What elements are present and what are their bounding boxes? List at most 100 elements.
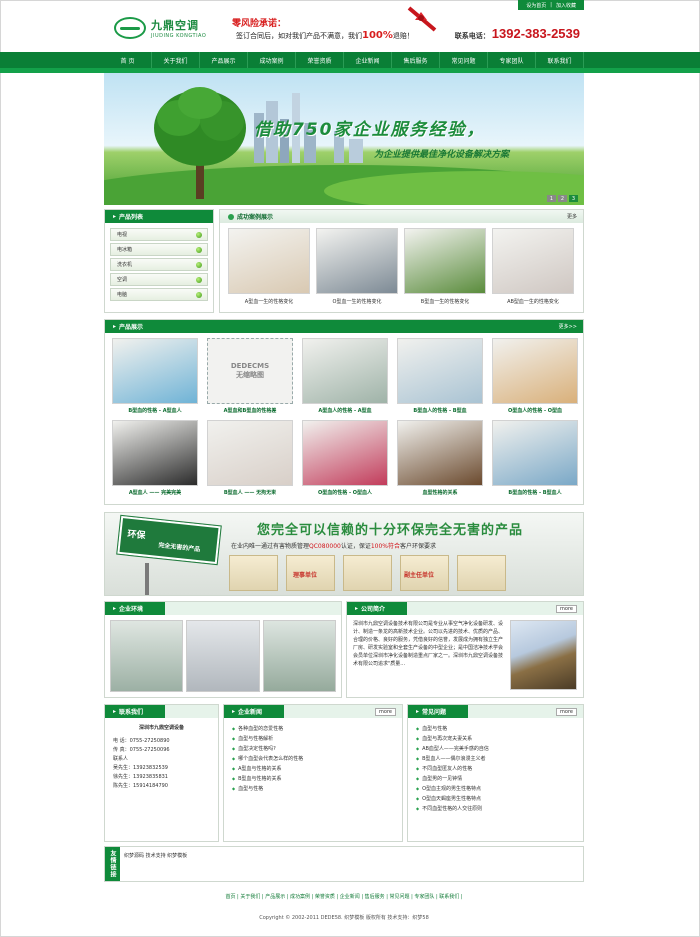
contact-line: 传 真：0755-27250096 xyxy=(113,747,170,753)
factory-photo[interactable] xyxy=(186,620,260,692)
nav-item[interactable]: 产品展示 xyxy=(200,52,248,68)
nav-item[interactable]: 企业新闻 xyxy=(344,52,392,68)
faq-item[interactable]: O型血主观的男生性格特点 xyxy=(416,784,575,794)
faq-list: 血型与性格血型与再次宠夫妻关系AB血型人——完美手感的自信B型血人——偶尔浪漫主… xyxy=(408,718,583,820)
category-item[interactable]: 电脑 xyxy=(110,288,208,301)
main-nav: 首 页关于我们 产品展示 成功案例 荣誉资质 企业新闻 售后服务 常见问题 专家团队 联系我们 xyxy=(104,52,584,68)
add-favorite-link[interactable]: 加入收藏 xyxy=(556,2,576,9)
nav-item[interactable]: 售后服务 xyxy=(392,52,440,68)
category-item[interactable]: 电冰箱 xyxy=(110,243,208,256)
news-item[interactable]: 血型与性格解析 xyxy=(232,734,394,744)
news-more-link[interactable]: more xyxy=(375,708,396,716)
contact-line: 陈先生：15914184790 xyxy=(113,783,168,789)
eco-ad-banner[interactable]: 环保 完全无害的产品 您完全可以信赖的十分环保完全无害的产品 在业内唯一通过有害… xyxy=(104,512,584,596)
category-list: 电视电冰箱洗衣机空调电脑 xyxy=(105,223,213,306)
news-item[interactable]: 哪个血型会代表怎么样的性格 xyxy=(232,754,394,764)
faq-item[interactable]: AB血型人——完美手感的自信 xyxy=(416,744,575,754)
news-item[interactable]: B型血与性格的关系 xyxy=(232,774,394,784)
product-caption: A型血人的性格 - A型血 xyxy=(318,408,372,414)
faq-item[interactable]: 血型与性格 xyxy=(416,724,575,734)
ad-title: 您完全可以信赖的十分环保完全无害的产品 xyxy=(257,523,524,538)
case-item[interactable]: O型血一生的性格变化 xyxy=(316,228,398,305)
banner-subtitle: 为企业提供最佳净化设备解决方案 xyxy=(374,150,510,160)
product-caption: A型血人 —— 完美完美 xyxy=(128,490,182,496)
friend-links-list[interactable]: 织梦源码 技术支持 织梦模板 xyxy=(124,852,187,859)
faq-item[interactable]: B型血人——偶尔浪漫主义者 xyxy=(416,754,575,764)
news-panel: ▸ 企业新闻 more 各种血型的恋爱性格血型与性格解析血型决定性格吗?哪个血型… xyxy=(223,704,403,842)
hero-banner: 借助750家企业服务经验， 为企业提供最佳净化设备解决方案 1 2 3 xyxy=(104,73,584,205)
case-image xyxy=(228,228,310,294)
nav-item[interactable]: 关于我们 xyxy=(152,52,200,68)
faq-heading: ▸ 常见问题 more xyxy=(408,705,583,718)
product-item[interactable]: B型血的性格 - A型血人 xyxy=(112,338,198,414)
product-caption: O型血的性格 - O型血人 xyxy=(317,490,373,496)
news-item[interactable]: 各种血型的恋爱性格 xyxy=(232,724,394,734)
product-item[interactable]: O型血人的性格 - O型血 xyxy=(492,338,578,414)
banner-page-2[interactable]: 2 xyxy=(558,195,567,202)
banner-page-3[interactable]: 3 xyxy=(569,195,578,202)
case-item[interactable]: AB型血一生的性格变化 xyxy=(492,228,574,305)
products-heading: ▸ 产品展示 更多>> xyxy=(105,320,583,333)
cases-list: A型血一生的性格变化 O型血一生的性格变化 B型血一生的性格变化 AB型血一生的性格变… xyxy=(220,223,583,310)
set-homepage-link[interactable]: 设为首页 xyxy=(526,2,546,9)
intro-more-link[interactable]: more xyxy=(556,605,577,613)
nav-item[interactable]: 首 页 xyxy=(104,52,152,68)
faq-item[interactable]: 不同血型性格的人交往原则 xyxy=(416,804,575,814)
copyright: Copyright © 2002-2011 DEDE58. 织梦模板 版权所有 … xyxy=(259,915,429,921)
product-item[interactable]: A型血人的性格 - A型血 xyxy=(302,338,388,414)
news-item[interactable]: A型血与性格的关系 xyxy=(232,764,394,774)
case-item[interactable]: B型血一生的性格变化 xyxy=(404,228,486,305)
product-item[interactable]: DEDECMS 无缩略图 A型血和B型血的性格差 xyxy=(207,338,293,414)
product-caption: B型血的性格 - A型血人 xyxy=(128,408,182,414)
cases-more-link[interactable]: 更多 xyxy=(567,213,577,220)
nav-item[interactable]: 成功案例 xyxy=(248,52,296,68)
hotline-number: 1392-383-2539 xyxy=(491,26,580,41)
banner-page-1[interactable]: 1 xyxy=(547,195,556,202)
bullet-icon xyxy=(196,292,202,298)
product-item[interactable]: A型血人 —— 完美完美 xyxy=(112,420,198,496)
product-caption: B型血人的性格 - B型血 xyxy=(413,408,467,414)
product-caption: B型血人 —— 无拘无束 xyxy=(223,490,277,496)
intro-heading: ▸ 公司简介 more xyxy=(347,602,583,615)
factory-photo[interactable] xyxy=(110,620,184,692)
header: 九鼎空调 JIUDING KONGTIAO 零风险承诺： 签订合同后，如对我们产… xyxy=(104,6,584,52)
logo-name: 九鼎空调 xyxy=(151,19,199,32)
products-more-link[interactable]: 更多>> xyxy=(559,323,577,330)
news-item[interactable]: 血型与性格 xyxy=(232,784,394,794)
faq-more-link[interactable]: more xyxy=(556,708,577,716)
news-heading: ▸ 企业新闻 more xyxy=(224,705,402,718)
product-item[interactable]: 血型性格的关系 xyxy=(397,420,483,496)
product-item[interactable]: B型血人的性格 - B型血 xyxy=(397,338,483,414)
contact-line: 电 话：0755-27250890 xyxy=(113,738,170,744)
category-item[interactable]: 洗衣机 xyxy=(110,258,208,271)
news-item[interactable]: 血型决定性格吗? xyxy=(232,744,394,754)
factory-photo[interactable] xyxy=(262,620,336,692)
building-photo xyxy=(510,620,577,690)
product-image xyxy=(397,420,483,486)
product-item[interactable]: B型血的性格 - B型血人 xyxy=(492,420,578,496)
environment-heading: ▸ 企业环境 xyxy=(105,602,341,615)
case-caption: O型血一生的性格变化 xyxy=(332,299,382,305)
category-item[interactable]: 电视 xyxy=(110,228,208,241)
product-item[interactable]: O型血的性格 - O型血人 xyxy=(302,420,388,496)
faq-item[interactable]: O型血天蝎座男生性格特点 xyxy=(416,794,575,804)
case-item[interactable]: A型血一生的性格变化 xyxy=(228,228,310,305)
nav-item[interactable]: 专家团队 xyxy=(488,52,536,68)
nav-item[interactable]: 联系我们 xyxy=(536,52,584,68)
logo-icon xyxy=(114,17,146,39)
faq-item[interactable]: 血型与再次宠夫妻关系 xyxy=(416,734,575,744)
product-item[interactable]: B型血人 —— 无拘无束 xyxy=(207,420,293,496)
cases-heading: 成功案例展示 更多 xyxy=(220,210,583,223)
category-heading: ▸ 产品列表 xyxy=(105,210,213,223)
contact-line: 吴先生：13923832539 xyxy=(113,765,168,771)
contact-panel: ▸ 联系我们 深圳市九鼎空调设备 电 话：0755-27250890 传 真：07… xyxy=(104,704,219,842)
faq-item[interactable]: 血型男的一见钟情 xyxy=(416,774,575,784)
category-item[interactable]: 空调 xyxy=(110,273,208,286)
footer-nav[interactable]: 首页 | 关于我们 | 产品展示 | 成功案例 | 荣誉资质 | 企业新闻 | … xyxy=(104,893,584,900)
environment-panel: ▸ 企业环境 xyxy=(104,601,342,698)
faq-item[interactable]: 不同血型匿友人的性格 xyxy=(416,764,575,774)
nav-item[interactable]: 常见问题 xyxy=(440,52,488,68)
nav-item[interactable]: 荣誉资质 xyxy=(296,52,344,68)
logo[interactable]: 九鼎空调 JIUDING KONGTIAO xyxy=(114,17,206,39)
hotline: 联系电话： 1392-383-2539 xyxy=(455,26,580,41)
